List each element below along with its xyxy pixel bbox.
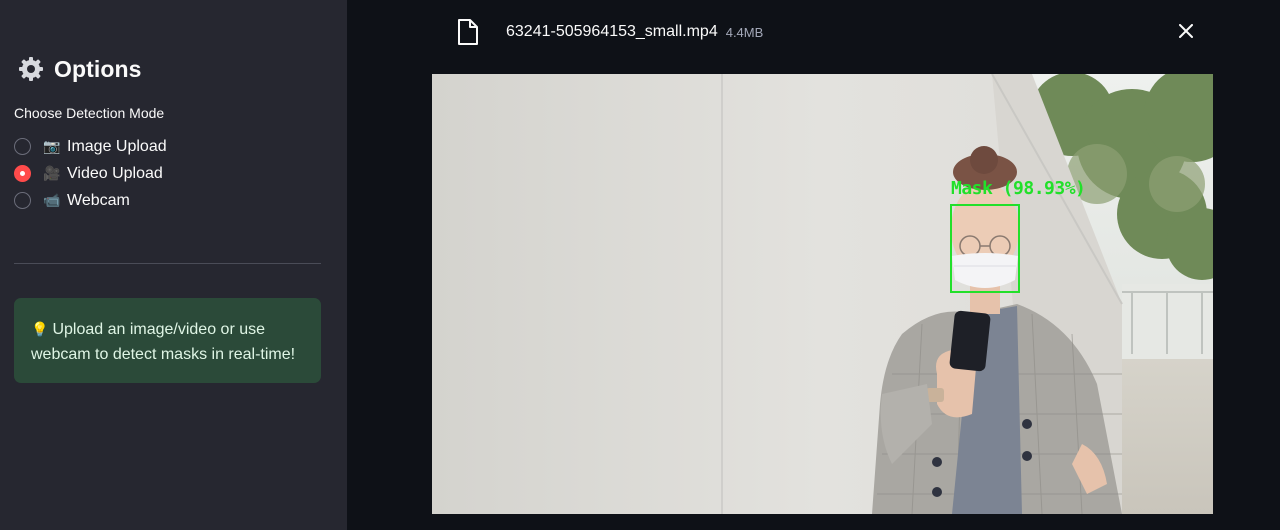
sidebar-divider [14,263,321,264]
file-icon [458,19,478,45]
sidebar-header: Options [18,54,142,84]
detection-mode-label: Choose Detection Mode [14,105,165,121]
radio-option-label: Image Upload [67,137,167,155]
close-icon [1179,24,1193,38]
sidebar-title: Options [54,55,142,82]
webcam-icon: 📹 [43,192,61,208]
app-root: Options Choose Detection Mode 📷 Image Up… [0,0,1280,530]
sidebar: Options Choose Detection Mode 📷 Image Up… [0,0,347,530]
info-alert: 💡 Upload an image/video or use webcam to … [14,298,321,383]
radio-option-label: Webcam [67,191,130,209]
remove-file-button[interactable] [1176,21,1196,41]
video-scene [432,74,1213,514]
gear-icon [19,57,43,81]
radio-option-image-upload[interactable]: 📷 Image Upload [14,133,167,160]
radio-button[interactable] [14,192,31,209]
radio-option-label: Video Upload [67,164,163,182]
file-size: 4.4MB [725,24,764,40]
main-content: 63241-505964153_small.mp4 4.4MB Mask (98… [347,0,1280,530]
uploaded-file-row: 63241-505964153_small.mp4 4.4MB [457,18,763,46]
radio-option-video-upload[interactable]: 🎥 Video Upload [14,160,167,187]
radio-button[interactable] [14,138,31,155]
video-camera-icon: 🎥 [43,165,61,181]
radio-button-selected[interactable] [14,165,31,182]
detection-label: Mask (98.93%) [951,178,1086,199]
radio-option-webcam[interactable]: 📹 Webcam [14,187,167,214]
lightbulb-icon: 💡 [31,321,49,337]
detection-bounding-box [950,204,1020,293]
camera-icon: 📷 [43,138,61,154]
video-frame[interactable]: Mask (98.93%) [432,74,1213,514]
info-alert-text: Upload an image/video or use webcam to d… [31,321,296,363]
file-name: 63241-505964153_small.mp4 [506,23,718,40]
detection-mode-radio-group: 📷 Image Upload 🎥 Video Upload 📹 Webcam [14,133,167,214]
